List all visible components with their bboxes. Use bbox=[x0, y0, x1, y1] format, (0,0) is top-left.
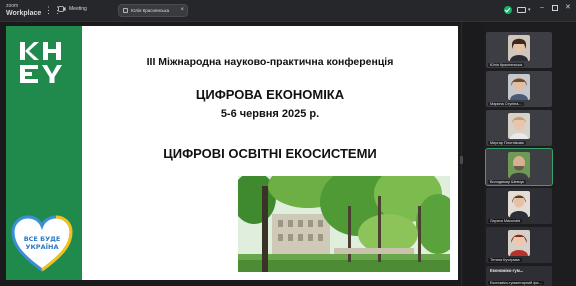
video-icon[interactable] bbox=[517, 7, 526, 13]
panel-divider bbox=[461, 22, 462, 286]
svg-text:ВСЕ БУДЕ: ВСЕ БУДЕ bbox=[24, 235, 61, 243]
participant-tile[interactable]: Миргар Плотнікова bbox=[486, 110, 552, 146]
shared-screen-area: ВСЕ БУДЕ УКРАЇНА III Міжнародна науково-… bbox=[0, 22, 484, 286]
campus-photo bbox=[238, 176, 450, 272]
title-bar: zoom Workplace ⋮⋮ Meeting Юлія Краснянсь… bbox=[0, 0, 576, 22]
screen-share-icon bbox=[123, 8, 128, 13]
meeting-tab[interactable]: Юлія Краснянська × bbox=[118, 4, 188, 17]
participant-tile[interactable]: Марина Ступіна... bbox=[486, 71, 552, 107]
participant-name: Марина Ступіна... bbox=[488, 102, 524, 106]
meeting-tab-label[interactable]: Meeting bbox=[69, 6, 87, 12]
security-shield-icon[interactable] bbox=[504, 6, 512, 14]
participant-tile[interactable]: Лариса Миколаїв bbox=[486, 188, 552, 224]
resize-handle[interactable] bbox=[460, 156, 463, 164]
participant-name: Володимир Шевчук bbox=[488, 180, 527, 184]
conference-dates: 5-6 червня 2025 р. bbox=[220, 108, 320, 120]
slide-content: III Міжнародна науково-практична конфере… bbox=[82, 26, 458, 280]
zoom-workplace-logo: zoom Workplace bbox=[6, 3, 42, 17]
participant-name: Економіко-гуманітарний фа... bbox=[488, 281, 544, 285]
close-window-button[interactable]: ✕ bbox=[565, 4, 571, 12]
participant-tile-active[interactable]: Володимир Шевчук bbox=[485, 148, 553, 186]
participant-tile[interactable]: Юлія Краснянська bbox=[486, 32, 552, 68]
maximize-button[interactable] bbox=[552, 5, 558, 11]
svg-text:УКРАЇНА: УКРАЇНА bbox=[25, 242, 58, 251]
apps-grid-icon[interactable]: ⋮⋮ bbox=[44, 5, 62, 15]
conference-title: III Міжнародна науково-практична конфере… bbox=[146, 56, 394, 68]
participants-gallery: Юлія Краснянська Марина Ступіна... Мирга… bbox=[485, 28, 572, 286]
close-tab-icon[interactable]: × bbox=[180, 7, 184, 13]
meeting-icon[interactable] bbox=[58, 5, 66, 13]
section-title: ЦИФРОВІ ОСВІТНІ ЕКОСИСТЕМИ bbox=[163, 146, 377, 161]
participant-avatar bbox=[508, 230, 530, 256]
minimize-button[interactable]: – bbox=[540, 4, 544, 12]
participant-video bbox=[508, 74, 530, 100]
participant-display-name: Економіко-гум... bbox=[490, 268, 524, 273]
meeting-tab-title: Юлія Краснянська bbox=[131, 8, 170, 13]
participant-name: Юлія Краснянська bbox=[488, 63, 525, 67]
participant-tile[interactable]: Економіко-гум... Економіко-гуманітарний … bbox=[486, 266, 552, 286]
participant-video bbox=[508, 113, 530, 139]
presentation-slide: ВСЕ БУДЕ УКРАЇНА III Міжнародна науково-… bbox=[6, 26, 458, 280]
participant-name: Миргар Плотнікова bbox=[488, 141, 526, 145]
university-logo bbox=[20, 42, 62, 83]
heart-emblem: ВСЕ БУДЕ УКРАЇНА bbox=[11, 215, 73, 272]
conference-theme: ЦИФРОВА ЕКОНОМІКА bbox=[195, 87, 345, 102]
participant-name: Лариса Миколаїв bbox=[488, 219, 523, 223]
participant-tile[interactable]: Тетяна Кучерява bbox=[486, 227, 552, 263]
participant-avatar bbox=[508, 191, 530, 217]
participant-video bbox=[508, 35, 530, 61]
participant-video bbox=[508, 152, 530, 178]
slide-green-sidebar: ВСЕ БУДЕ УКРАЇНА bbox=[6, 26, 82, 280]
participant-name: Тетяна Кучерява bbox=[488, 258, 522, 262]
zoom-app-window: zoom Workplace ⋮⋮ Meeting Юлія Краснянсь… bbox=[0, 0, 576, 286]
chevron-down-icon[interactable]: ▾ bbox=[528, 6, 531, 14]
